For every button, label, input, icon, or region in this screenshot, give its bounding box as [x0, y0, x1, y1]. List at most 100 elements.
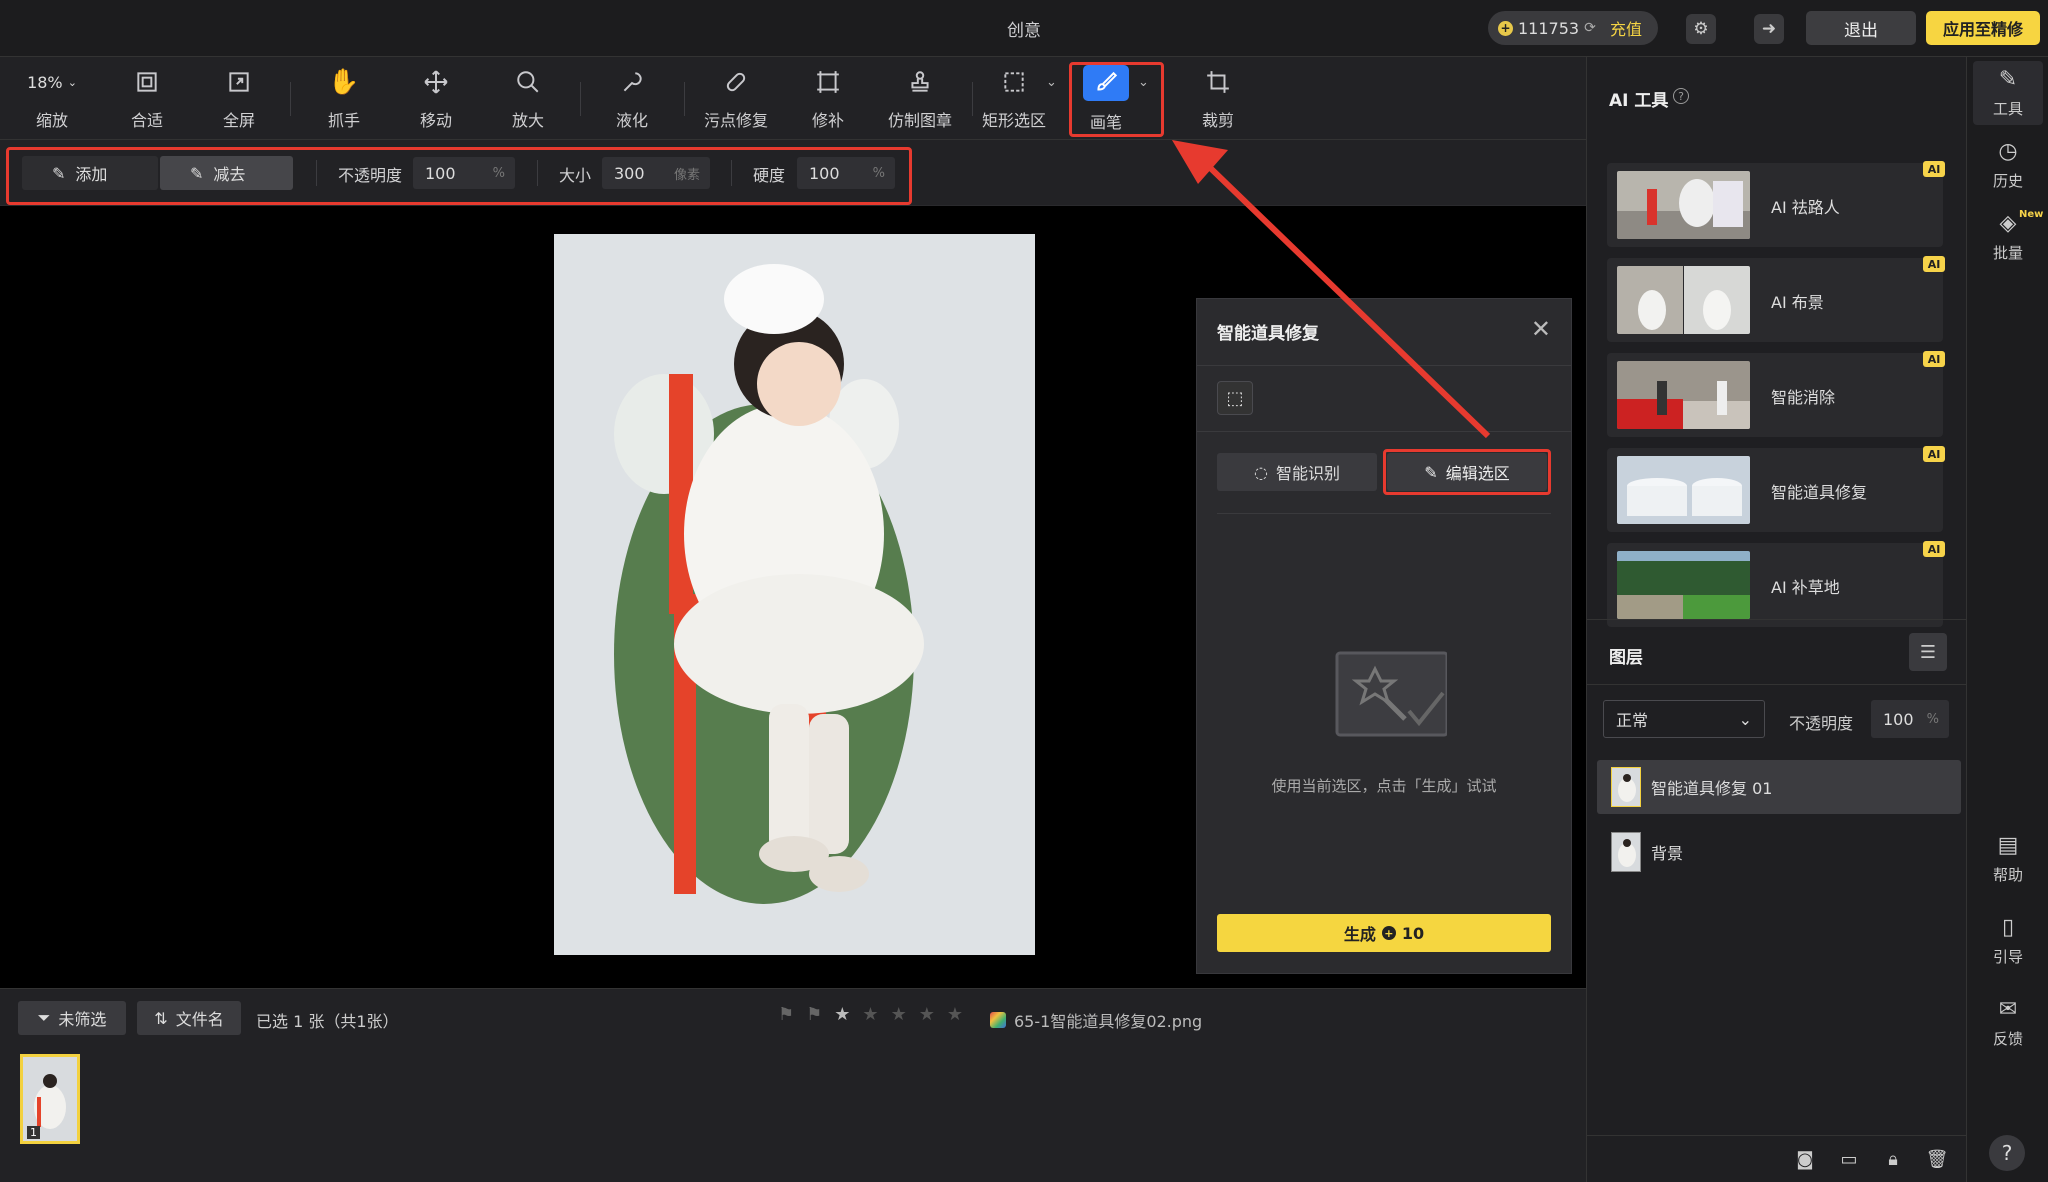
- help-circle-icon[interactable]: ?: [1673, 88, 1689, 104]
- crop-label: 裁剪: [1201, 111, 1234, 130]
- clone-stamp-tool[interactable]: 仿制图章: [880, 65, 960, 135]
- arrow-right-icon: ➜: [1761, 19, 1777, 39]
- divider: [1197, 431, 1571, 432]
- layer-thumb-image: [1612, 833, 1640, 871]
- divider: [1217, 513, 1551, 514]
- magnify-tool[interactable]: 放大: [488, 65, 568, 135]
- move-label: 移动: [419, 111, 452, 130]
- layer-opacity-field[interactable]: 100%: [1871, 700, 1949, 738]
- fullscreen-label: 全屏: [222, 111, 255, 130]
- recognize-label: 智能识别: [1275, 464, 1340, 483]
- ai-tool-card[interactable]: 智能道具修复 AI: [1607, 446, 1945, 532]
- star-icon[interactable]: ★: [947, 1004, 975, 1025]
- star-icon[interactable]: ★: [891, 1004, 919, 1025]
- thumbnail-index: 1: [27, 1126, 40, 1139]
- brush-highlight-box: [1069, 62, 1164, 137]
- rail-tools[interactable]: ✎ 工具: [1973, 61, 2043, 125]
- ai-tool-card[interactable]: AI 祛路人 AI: [1607, 161, 1945, 247]
- recharge-button[interactable]: 充值: [1604, 16, 1648, 40]
- layer-opacity-label: 不透明度: [1789, 714, 1854, 733]
- filter-button[interactable]: ⏷ 未筛选: [18, 1001, 126, 1035]
- ai-tool-card[interactable]: AI 补草地 AI: [1607, 541, 1945, 627]
- ai-tool-thumb: [1617, 361, 1750, 429]
- color-label-icon[interactable]: [990, 1012, 1006, 1028]
- folder-icon[interactable]: ▭: [1836, 1146, 1862, 1172]
- layer-thumb-image: [1612, 768, 1640, 806]
- hand-icon: ✋: [328, 67, 360, 96]
- trash-icon[interactable]: 🗑︎: [1924, 1146, 1950, 1172]
- apply-to-retouch-button[interactable]: 应用至精修: [1926, 11, 2040, 45]
- filter-label: 未筛选: [58, 1010, 107, 1029]
- liquify-icon: [615, 65, 649, 99]
- dialog-title: 智能道具修复: [1217, 324, 1319, 344]
- ai-tool-name: 智能消除: [1771, 388, 1836, 407]
- hand-tool[interactable]: ✋ 抓手: [304, 65, 384, 135]
- prop-repair-thumb: [1617, 456, 1750, 524]
- dialog-hint: 使用当前选区，点击「生成」试试: [1271, 777, 1497, 795]
- passerby-removal-thumb: [1617, 171, 1750, 239]
- rail-batch-label: 批量: [1992, 244, 2023, 262]
- move-tool[interactable]: 移动: [396, 65, 476, 135]
- photo-canvas[interactable]: [554, 234, 1035, 955]
- lock-icon[interactable]: 🔒︎: [1880, 1146, 1906, 1172]
- layer-options-icon[interactable]: ☰: [1909, 633, 1947, 671]
- fullscreen-tool[interactable]: 全屏: [199, 65, 279, 135]
- mask-icon[interactable]: ◙: [1792, 1146, 1818, 1172]
- sort-label: 文件名: [175, 1010, 224, 1029]
- filmstrip-thumbnail[interactable]: 1: [20, 1054, 80, 1144]
- rail-help-label: 帮助: [1992, 866, 2023, 884]
- rail-feedback[interactable]: ✉ 反馈: [1973, 991, 2043, 1055]
- liquify-tool[interactable]: 液化: [592, 65, 672, 135]
- fit-icon: [130, 65, 164, 99]
- ai-tool-card[interactable]: 智能消除 AI: [1607, 351, 1945, 437]
- fit-label: 合适: [130, 111, 163, 130]
- ai-tool-thumb: [1617, 551, 1750, 619]
- selection-count: 已选 1 张（共1张）: [256, 1012, 399, 1031]
- sign-out-button[interactable]: ➜: [1754, 14, 1784, 44]
- filter-icon: ⏷: [37, 1008, 51, 1027]
- sort-button[interactable]: ⇅ 文件名: [137, 1001, 241, 1035]
- smart-recognize-button[interactable]: ◌ 智能识别: [1217, 453, 1377, 491]
- rail-help[interactable]: ▤ 帮助: [1973, 827, 2043, 891]
- refresh-icon[interactable]: ⟳: [1584, 20, 1596, 36]
- spot-heal-tool[interactable]: 污点修复: [696, 65, 776, 135]
- close-icon[interactable]: ✕: [1531, 315, 1551, 343]
- generate-button[interactable]: 生成 + 10: [1217, 914, 1551, 952]
- ai-badge: AI: [1923, 446, 1945, 462]
- patch-tool[interactable]: 修补: [788, 65, 868, 135]
- star-icon[interactable]: ★: [834, 1004, 862, 1025]
- layer-item[interactable]: 智能道具修复 01: [1597, 760, 1961, 814]
- bandage-icon: [719, 65, 753, 99]
- flag-icon[interactable]: ⚑: [778, 1004, 806, 1025]
- fit-tool[interactable]: 合适: [107, 65, 187, 135]
- layer-thumb: [1611, 832, 1641, 872]
- settings-button[interactable]: ⚙: [1686, 14, 1716, 44]
- ai-scene-thumb: [1617, 266, 1750, 334]
- generate-label: 生成: [1343, 925, 1376, 944]
- rail-history[interactable]: ◷ 历史: [1973, 133, 2043, 197]
- zoom-level[interactable]: 18% ⌄: [22, 65, 82, 99]
- generate-cost: 10: [1401, 923, 1425, 943]
- magnifier-icon: [511, 65, 545, 99]
- zoom-tool[interactable]: 18% ⌄ 缩放: [12, 65, 92, 135]
- ai-tool-card[interactable]: AI 布景 AI: [1607, 256, 1945, 342]
- rect-select-icon: [997, 65, 1031, 99]
- exit-button[interactable]: 退出: [1806, 11, 1916, 45]
- blend-mode-select[interactable]: 正常 ⌄: [1603, 700, 1765, 738]
- smart-select-icon[interactable]: ⬚: [1217, 381, 1253, 415]
- rect-select-tool[interactable]: 矩形选区: [974, 65, 1054, 135]
- rail-guide-label: 引导: [1992, 948, 2023, 966]
- rail-guide[interactable]: ▯ 引导: [1973, 909, 2043, 973]
- chevron-down-icon[interactable]: ⌄: [1046, 75, 1057, 90]
- star-icon[interactable]: ★: [862, 1004, 890, 1025]
- file-name-text: 65-1智能道具修复02.png: [1014, 1012, 1203, 1031]
- star-rating[interactable]: ★★★★★: [834, 1004, 975, 1025]
- reject-flag-icon[interactable]: ⚑: [806, 1004, 834, 1025]
- star-icon[interactable]: ★: [919, 1004, 947, 1025]
- layer-item[interactable]: 背景: [1597, 825, 1961, 879]
- toolbar: 18% ⌄ 缩放 合适 全屏 ✋ 抓手 移动 放大 液化 污点修复 修补 仿制图…: [0, 57, 1586, 140]
- rating-bar: ⚑⚑★★★★★: [778, 1004, 975, 1025]
- rail-tools-label: 工具: [1992, 100, 2023, 118]
- crop-tool[interactable]: 裁剪: [1178, 65, 1258, 135]
- question-icon[interactable]: ?: [1989, 1135, 2025, 1171]
